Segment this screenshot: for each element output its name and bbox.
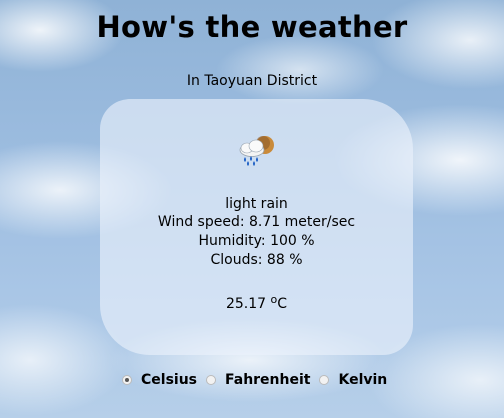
kelvin-radio[interactable] (319, 375, 330, 385)
temperature-value: 25.17 (225, 296, 271, 312)
light-rain-icon (239, 136, 274, 166)
wind-speed: Wind speed: 8.71 meter/sec (157, 214, 356, 230)
fahrenheit-radio[interactable] (206, 375, 216, 385)
temperature-unit: C (277, 296, 288, 312)
temperature: 25.17 oC (100, 293, 413, 312)
humidity: Humidity: 100 % (198, 233, 315, 249)
weather-description: light rain (225, 196, 288, 212)
clouds: Clouds: 88 % (210, 252, 303, 268)
celsius-radio[interactable] (122, 375, 132, 385)
unit-option-celsius[interactable]: Celsius (122, 372, 197, 388)
celsius-label[interactable]: Celsius (141, 372, 197, 388)
unit-option-kelvin[interactable]: Kelvin (319, 372, 387, 388)
kelvin-label[interactable]: Kelvin (338, 372, 387, 388)
unit-selector: Celsius Fahrenheit Kelvin (122, 372, 396, 388)
location-label: In Taoyuan District (186, 73, 318, 89)
page-title: How's the weather (96, 10, 408, 44)
fahrenheit-label[interactable]: Fahrenheit (225, 372, 310, 388)
unit-option-fahrenheit[interactable]: Fahrenheit (206, 372, 310, 388)
